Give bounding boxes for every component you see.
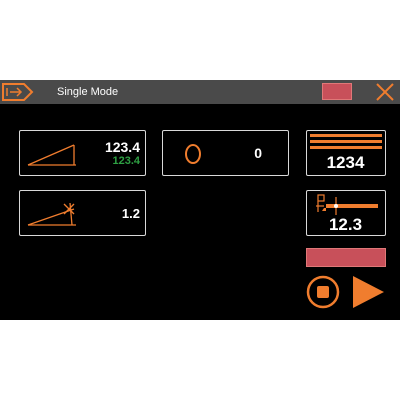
angle-tile[interactable]: 123.4 123.4 xyxy=(19,130,146,176)
counter-tile[interactable]: 1234 xyxy=(306,130,386,176)
circle-icon xyxy=(185,144,201,164)
angle-secondary-value: 123.4 xyxy=(112,155,140,167)
play-icon xyxy=(353,276,384,308)
position-gauge-icon xyxy=(316,194,378,215)
position-tile[interactable]: 12.3 xyxy=(306,190,386,236)
stop-icon xyxy=(317,286,329,298)
stop-button[interactable] xyxy=(306,275,340,309)
play-button[interactable] xyxy=(350,274,386,310)
angle-value: 123.4 xyxy=(104,139,140,155)
close-icon[interactable] xyxy=(375,82,395,102)
angle-offset-tile[interactable]: 1.2 xyxy=(19,190,146,236)
count-tile[interactable]: 0 xyxy=(162,130,289,176)
angle-offset-icon xyxy=(27,202,76,226)
counter-value: 1234 xyxy=(326,153,365,172)
count-value: 0 xyxy=(254,145,262,161)
position-value: 12.3 xyxy=(328,215,363,234)
title-action-button[interactable] xyxy=(322,83,352,100)
page-title: Single Mode xyxy=(57,86,119,98)
action-bar-button[interactable] xyxy=(306,248,386,267)
angle-offset-value: 1.2 xyxy=(121,206,140,221)
exit-arrow-icon[interactable] xyxy=(2,82,34,102)
title-bar: Single Mode xyxy=(0,80,400,104)
stacked-bars-icon xyxy=(310,134,382,149)
angle-icon xyxy=(27,144,76,166)
machine-screen: Single Mode 123.4 123.4 1.2 0 1234 12.3 xyxy=(0,80,400,320)
